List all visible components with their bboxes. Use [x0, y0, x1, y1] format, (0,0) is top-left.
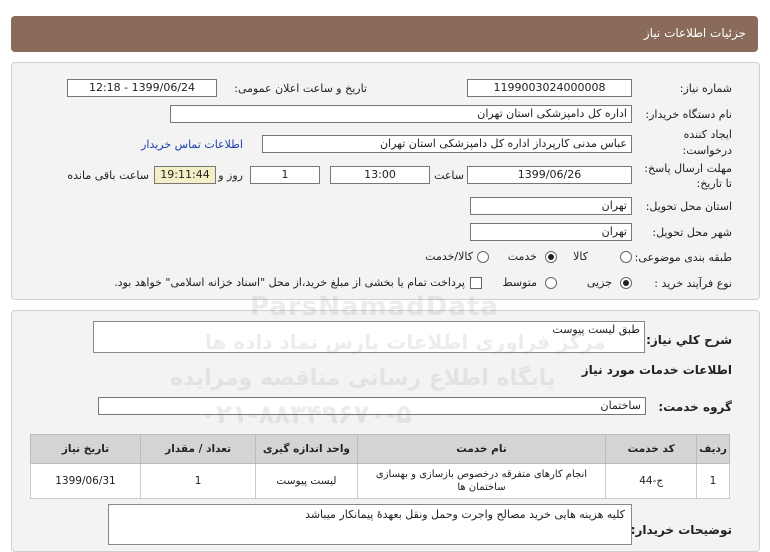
col-row-header: ردیف — [696, 434, 730, 464]
deadline-date-field[interactable]: 1399/06/26 — [467, 166, 632, 184]
creator-field[interactable]: عباس مدنی کارپرداز اداره کل دامپزشکی است… — [262, 135, 632, 153]
table-header-row: ردیف کد خدمت نام خدمت واحد اندازه گیری ت… — [30, 434, 730, 464]
buyer-org-label: نام دستگاه خریدار: — [645, 108, 732, 121]
deadline-label-line1: مهلت ارسال پاسخ: — [644, 162, 732, 175]
city-field[interactable]: تهران — [470, 223, 632, 241]
buyer-notes-field[interactable]: کلیه هزینه هایی خرید مصالح واجرت وحمل ون… — [108, 504, 632, 545]
col-date-header: تاریخ نیاز — [30, 434, 141, 464]
days-label: روز و — [218, 169, 243, 182]
category-service-radio[interactable] — [545, 251, 557, 263]
services-table: ردیف کد خدمت نام خدمت واحد اندازه گیری ت… — [30, 434, 730, 499]
process-minor-radio[interactable] — [620, 277, 632, 289]
creator-label-line1: ایجاد کننده — [683, 128, 732, 141]
treasury-payment-checkbox[interactable] — [470, 277, 482, 289]
category-service-label: خدمت — [507, 250, 537, 263]
process-minor-label: جزیی — [586, 276, 612, 289]
general-desc-label: شرح کلي نياز: — [646, 333, 732, 347]
category-both-radio[interactable] — [477, 251, 489, 263]
need-number-field[interactable]: 1199003024000008 — [467, 79, 632, 97]
remaining-time-field: 19:11:44 — [154, 166, 216, 184]
service-group-label: گروه خدمت: — [658, 400, 732, 414]
general-desc-field[interactable]: طبق لیست پیوست — [93, 321, 645, 353]
cell-quantity: 1 — [139, 463, 257, 499]
province-field[interactable]: تهران — [470, 197, 632, 215]
process-medium-label: متوسط — [502, 276, 537, 289]
buyer-org-field[interactable]: اداره کل دامپزشکی استان تهران — [170, 105, 632, 123]
contact-buyer-link[interactable]: اطلاعات تماس خریدار — [141, 138, 243, 151]
col-name-header: نام خدمت — [356, 434, 607, 464]
city-label: شهر محل تحویل: — [652, 226, 732, 239]
deadline-time-label: ساعت — [434, 169, 464, 182]
announce-field[interactable]: 1399/06/24 - 12:18 — [67, 79, 217, 97]
col-qty-header: تعداد / مقدار — [139, 434, 257, 464]
deadline-time-field[interactable]: 13:00 — [330, 166, 430, 184]
cell-unit: لیست پیوست — [255, 463, 358, 499]
col-unit-header: واحد اندازه گیری — [255, 434, 358, 464]
buyer-notes-label: توضیحات خریدار: — [630, 523, 732, 537]
category-label: طبقه بندی موضوعی: — [634, 251, 732, 264]
deadline-label-line2: تا تاریخ: — [696, 177, 732, 190]
category-goods-label: کالا — [573, 250, 588, 263]
page-title: جزئیات اطلاعات نیاز — [643, 26, 746, 40]
announce-label: تاریخ و ساعت اعلان عمومی: — [234, 82, 367, 95]
remaining-label: ساعت باقی مانده — [67, 169, 149, 182]
col-code-header: کد خدمت — [605, 434, 698, 464]
treasury-payment-note: پرداخت تمام یا بخشی از مبلغ خرید،از محل … — [114, 276, 465, 289]
creator-label-line2: درخواست: — [682, 144, 732, 157]
process-medium-radio[interactable] — [545, 277, 557, 289]
cell-row-number: 1 — [696, 463, 730, 499]
page-header: جزئیات اطلاعات نیاز — [11, 16, 758, 52]
days-field[interactable]: 1 — [250, 166, 320, 184]
service-group-field[interactable]: ساختمان — [98, 397, 646, 415]
cell-service-code: ج-44 — [605, 463, 698, 499]
category-goods-radio[interactable] — [620, 251, 632, 263]
category-both-label: کالا/خدمت — [425, 250, 473, 263]
cell-need-date: 1399/06/31 — [30, 463, 141, 499]
need-number-label: شماره نیاز: — [679, 82, 732, 95]
cell-service-name: انجام کارهای متفرقه درخصوص بازسازی و بهس… — [356, 463, 607, 499]
services-section-title: اطلاعات خدمات مورد نیاز — [581, 363, 732, 377]
process-label: نوع فرآیند خرید : — [654, 277, 732, 290]
table-row: 1 ج-44 انجام کارهای متفرقه درخصوص بازساز… — [30, 463, 730, 499]
province-label: استان محل تحویل: — [645, 200, 732, 213]
